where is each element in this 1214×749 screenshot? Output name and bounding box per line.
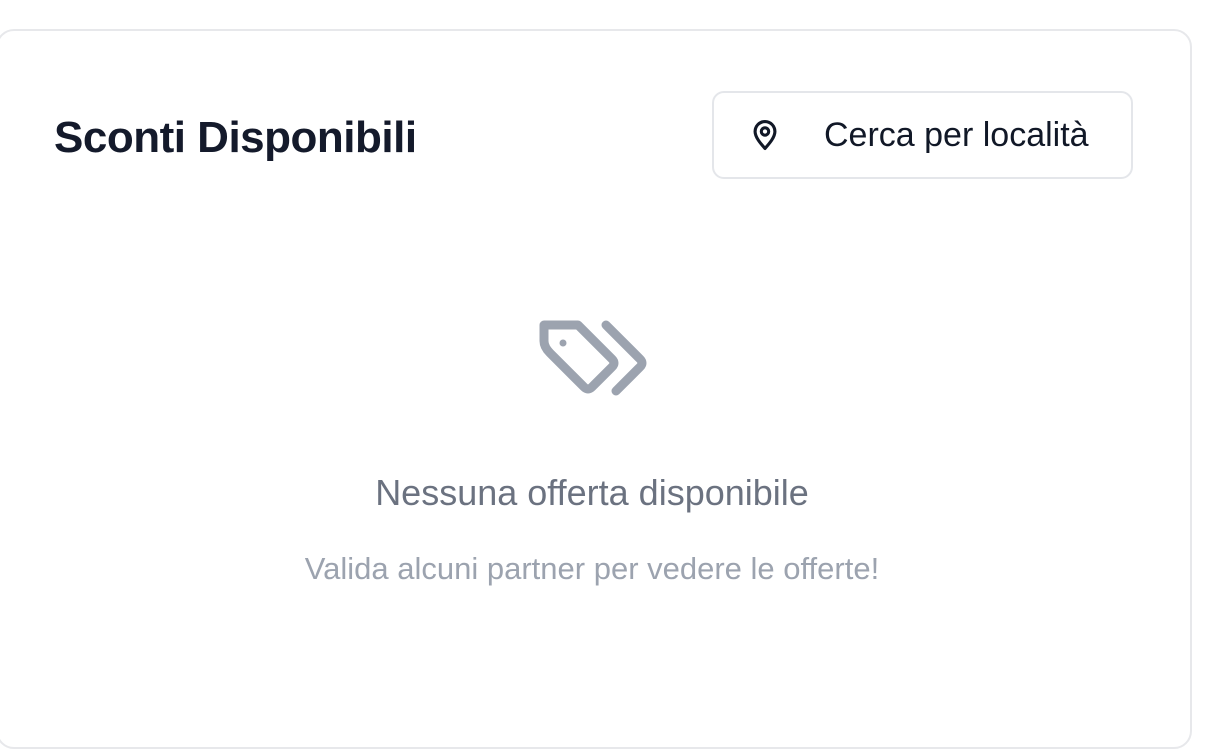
tags-icon xyxy=(539,320,647,396)
search-by-location-label: Cerca per località xyxy=(824,115,1089,154)
empty-state-title: Nessuna offerta disponibile xyxy=(375,472,809,513)
search-by-location-button[interactable]: Cerca per località xyxy=(712,91,1133,179)
empty-state-subtitle: Valida alcuni partner per vedere le offe… xyxy=(304,551,880,586)
card-title: Sconti Disponibili xyxy=(54,113,417,162)
discounts-card: Sconti Disponibili Cerca per località Ne… xyxy=(0,29,1192,749)
map-pin-icon xyxy=(748,116,782,154)
